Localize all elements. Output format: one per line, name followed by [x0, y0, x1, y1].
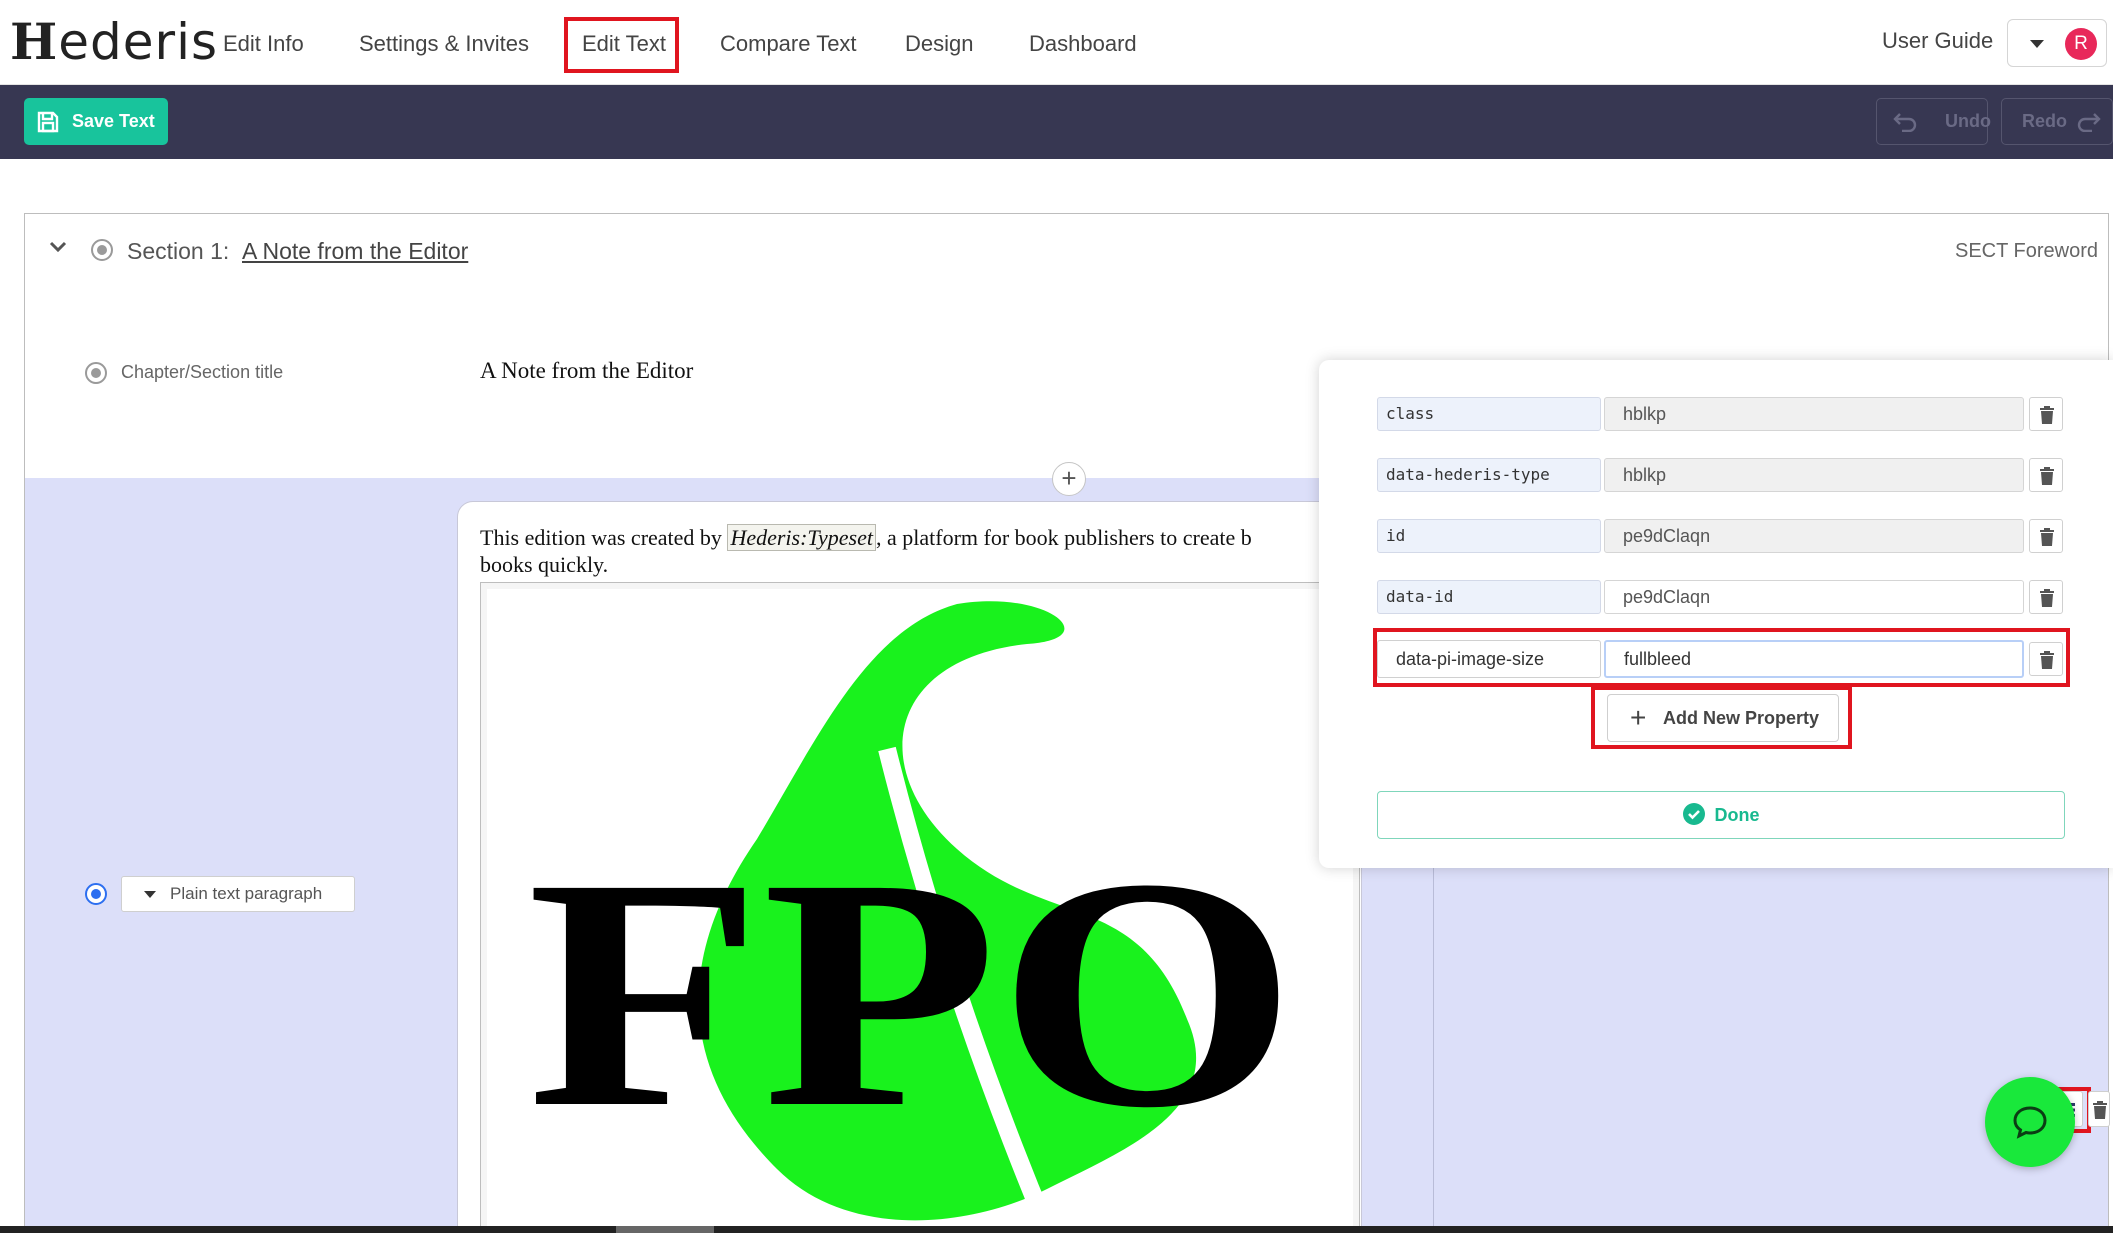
fpo-leaf-image: FPO: [527, 601, 1297, 1233]
trash-icon: [2040, 467, 2054, 485]
done-label: Done: [1714, 805, 1760, 825]
property-key-data-id: data-id: [1377, 580, 1601, 614]
undo-label: Undo: [1945, 111, 1991, 131]
add-property-highlight: [1591, 686, 1852, 749]
paragraph-text-line2: books quickly.: [480, 552, 609, 577]
section-title-link[interactable]: A Note from the Editor: [242, 238, 468, 265]
undo-button[interactable]: Undo: [1876, 98, 1991, 145]
save-text-label: Save Text: [72, 111, 155, 131]
property-value-data-id[interactable]: pe9dClaqn: [1604, 580, 2024, 614]
done-button[interactable]: Done: [1377, 791, 2065, 839]
nav-edit-info[interactable]: Edit Info: [223, 28, 304, 60]
properties-popover: class hblkp data-hederis-type hblkp id p…: [1319, 360, 2113, 868]
paragraph-editor[interactable]: This edition was created by Hederis:Type…: [457, 501, 1362, 1233]
block-divider: [1433, 854, 1434, 1233]
logo-mark: H: [10, 12, 59, 71]
nav-settings-invites[interactable]: Settings & Invites: [359, 28, 529, 60]
property-value-data-hederis-type: hblkp: [1604, 458, 2024, 492]
redo-label: Redo: [2022, 111, 2067, 131]
chapter-section-title-label: Chapter/Section title: [121, 362, 284, 382]
chevron-down-icon[interactable]: [48, 240, 68, 254]
section-type-tag: SECT Foreword: [1954, 240, 2098, 262]
nav-edit-text-highlight: [564, 17, 679, 73]
caret-down-icon: [2030, 40, 2044, 48]
floppy-disk-icon: [37, 111, 59, 133]
block-type-value: Plain text paragraph: [170, 884, 323, 903]
fpo-text: FPO: [527, 811, 1297, 1176]
nav-compare-text[interactable]: Compare Text: [720, 28, 857, 60]
property-key-id: id: [1377, 519, 1601, 553]
undo-arrow-icon: [1893, 113, 1917, 132]
delete-block-button[interactable]: [2088, 1091, 2110, 1127]
property-key-data-hederis-type: data-hederis-type: [1377, 458, 1601, 492]
paragraph-text[interactable]: This edition was created by Hederis:Type…: [480, 524, 1361, 578]
logo-text: ederis: [58, 13, 219, 71]
delete-property-button[interactable]: [2029, 519, 2063, 553]
delete-property-button[interactable]: [2029, 458, 2063, 492]
nav-design[interactable]: Design: [905, 28, 973, 60]
fpo-image-frame[interactable]: FPO: [480, 582, 1360, 1233]
property-key-class: class: [1377, 397, 1601, 431]
hederis-logo[interactable]: Hederis: [10, 12, 218, 72]
trash-icon: [2040, 406, 2054, 424]
chat-bubble-icon: [2013, 1106, 2047, 1139]
redo-button[interactable]: Redo: [2001, 98, 2113, 145]
redo-arrow-icon: [2077, 113, 2101, 132]
title-row-radio[interactable]: [85, 362, 107, 384]
top-navigation: Hederis Edit Info Settings & Invites Edi…: [0, 0, 2113, 85]
nav-dashboard[interactable]: Dashboard: [1029, 28, 1137, 60]
chapter-title-text[interactable]: A Note from the Editor: [480, 358, 693, 384]
horizontal-scrollbar[interactable]: [0, 1226, 2113, 1233]
chat-launcher[interactable]: [1985, 1077, 2075, 1167]
editor-toolbar: Save Text Undo Redo: [0, 85, 2113, 159]
property-value-id: pe9dClaqn: [1604, 519, 2024, 553]
user-menu[interactable]: R: [2007, 19, 2107, 67]
paragraph-text-start: This edition was created by: [480, 525, 728, 550]
check-circle-icon: [1682, 803, 1705, 826]
avatar: R: [2065, 28, 2097, 60]
insert-block-plus-icon[interactable]: +: [1052, 462, 1086, 496]
fpo-image: FPO: [487, 589, 1353, 1233]
block-type-select[interactable]: Plain text paragraph: [121, 876, 355, 912]
delete-property-button[interactable]: [2029, 580, 2063, 614]
property-value-class: hblkp: [1604, 397, 2024, 431]
user-guide-link[interactable]: User Guide: [1882, 28, 1993, 54]
hederis-typeset-inline[interactable]: Hederis:Typeset: [727, 524, 876, 551]
section-number-label: Section 1:: [127, 238, 230, 264]
scrollbar-thumb[interactable]: [616, 1226, 714, 1233]
paragraph-text-end: , a platform for book publishers to crea…: [876, 525, 1252, 550]
save-text-button[interactable]: Save Text: [24, 98, 168, 145]
section-radio[interactable]: [91, 239, 113, 261]
trash-icon: [2093, 1101, 2107, 1119]
delete-property-button[interactable]: [2029, 397, 2063, 431]
paragraph-radio[interactable]: [85, 883, 107, 905]
caret-down-icon: [144, 891, 156, 898]
trash-icon: [2040, 589, 2054, 607]
new-property-row-highlight: [1373, 628, 2070, 687]
trash-icon: [2040, 528, 2054, 546]
